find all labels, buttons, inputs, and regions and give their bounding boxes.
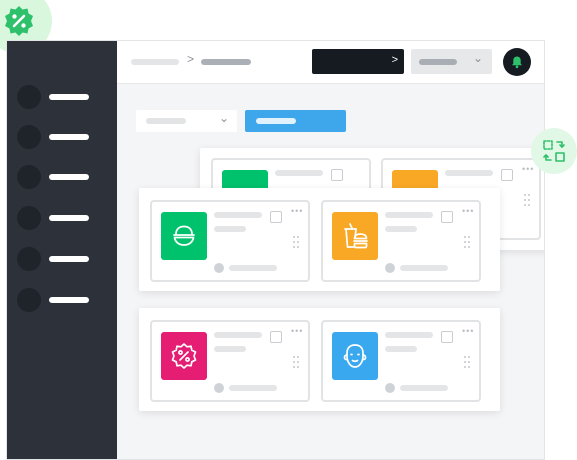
nav-placeholder-icon [17,165,41,189]
app-window: > > ⌄ ⌄ ••• ••• ••• ••• ••• [6,40,545,460]
card-subtitle [385,346,417,352]
nav-placeholder-icon [17,85,41,109]
nav-placeholder-icon [17,288,41,312]
apply-button[interactable] [245,110,346,132]
card-tile [332,332,378,380]
card-tile [332,212,378,260]
card-checkbox[interactable] [270,331,282,343]
card-checkbox[interactable] [331,169,343,181]
card-tile [161,332,207,380]
card-meta [400,265,448,271]
more-icon[interactable]: ••• [291,327,303,336]
sidebar-item-label [49,174,89,180]
notification-button[interactable] [503,48,531,76]
card-meta [229,385,277,391]
sidebar-item-6[interactable] [17,288,101,312]
chevron-right-icon: > [391,54,398,66]
avatar [214,263,224,273]
filter-dropdown[interactable]: ⌄ [136,110,237,132]
card-title [214,332,262,338]
card-panel-2: ••• ••• [139,308,500,411]
fast-food-icon [344,223,368,249]
breadcrumb-separator: > [187,52,195,66]
card-title [214,212,262,218]
sidebar-item-label [49,256,89,262]
card-subtitle [214,346,246,352]
rice-bowl-icon [173,225,195,246]
sidebar-item-label [49,134,89,140]
discount-badge-icon [171,343,197,369]
sidebar [7,41,117,459]
more-icon[interactable]: ••• [462,207,474,216]
sidebar-item-label [49,94,89,100]
avatar [385,383,395,393]
product-card-3[interactable]: ••• [150,320,310,402]
swap-badge [531,128,577,174]
sidebar-item-5[interactable] [17,247,101,271]
sidebar-item-label [49,215,89,221]
nav-placeholder-icon [17,206,41,230]
drag-handle-icon[interactable] [464,236,472,248]
product-card-4[interactable]: ••• [321,320,481,402]
top-bar: > > ⌄ [117,41,544,84]
product-card-1[interactable]: ••• [150,200,310,282]
apply-button-label [256,118,296,124]
card-checkbox[interactable] [441,331,453,343]
card-title [385,332,433,338]
header-dropdown-value [419,59,457,65]
baby-face-icon [343,344,367,368]
sidebar-item-2[interactable] [17,125,101,149]
card-checkbox[interactable] [501,169,513,181]
discount-badge-icon [5,6,33,36]
filter-dropdown-value [146,118,186,124]
card-meta [400,385,448,391]
sidebar-item-1[interactable] [17,85,101,109]
bell-icon [512,56,522,69]
drag-handle-icon[interactable] [524,194,532,206]
swap-icon [543,140,565,162]
card-checkbox[interactable] [441,211,453,223]
breadcrumb-current[interactable] [201,59,251,65]
sidebar-item-3[interactable] [17,165,101,189]
card-tile [161,212,207,260]
primary-action-button[interactable]: > [312,49,404,74]
drag-handle-icon[interactable] [464,356,472,368]
chevron-down-icon: ⌄ [218,111,229,125]
drag-handle-icon[interactable] [293,236,301,248]
nav-placeholder-icon [17,247,41,271]
breadcrumb-item[interactable] [131,59,179,65]
chevron-down-icon: ⌄ [472,51,483,65]
sidebar-item-4[interactable] [17,206,101,230]
card-title [275,170,323,176]
avatar [214,383,224,393]
card-subtitle [214,226,246,232]
card-checkbox[interactable] [270,211,282,223]
card-subtitle [385,226,417,232]
product-card-2[interactable]: ••• [321,200,481,282]
card-panel-1: ••• ••• [139,188,500,291]
card-title [385,212,433,218]
card-meta [229,265,277,271]
nav-placeholder-icon [17,125,41,149]
more-icon[interactable]: ••• [291,207,303,216]
card-title [445,170,493,176]
header-dropdown[interactable]: ⌄ [411,49,492,74]
avatar [385,263,395,273]
more-icon[interactable]: ••• [462,327,474,336]
drag-handle-icon[interactable] [293,356,301,368]
sidebar-item-label [49,297,89,303]
more-icon[interactable]: ••• [522,165,534,174]
